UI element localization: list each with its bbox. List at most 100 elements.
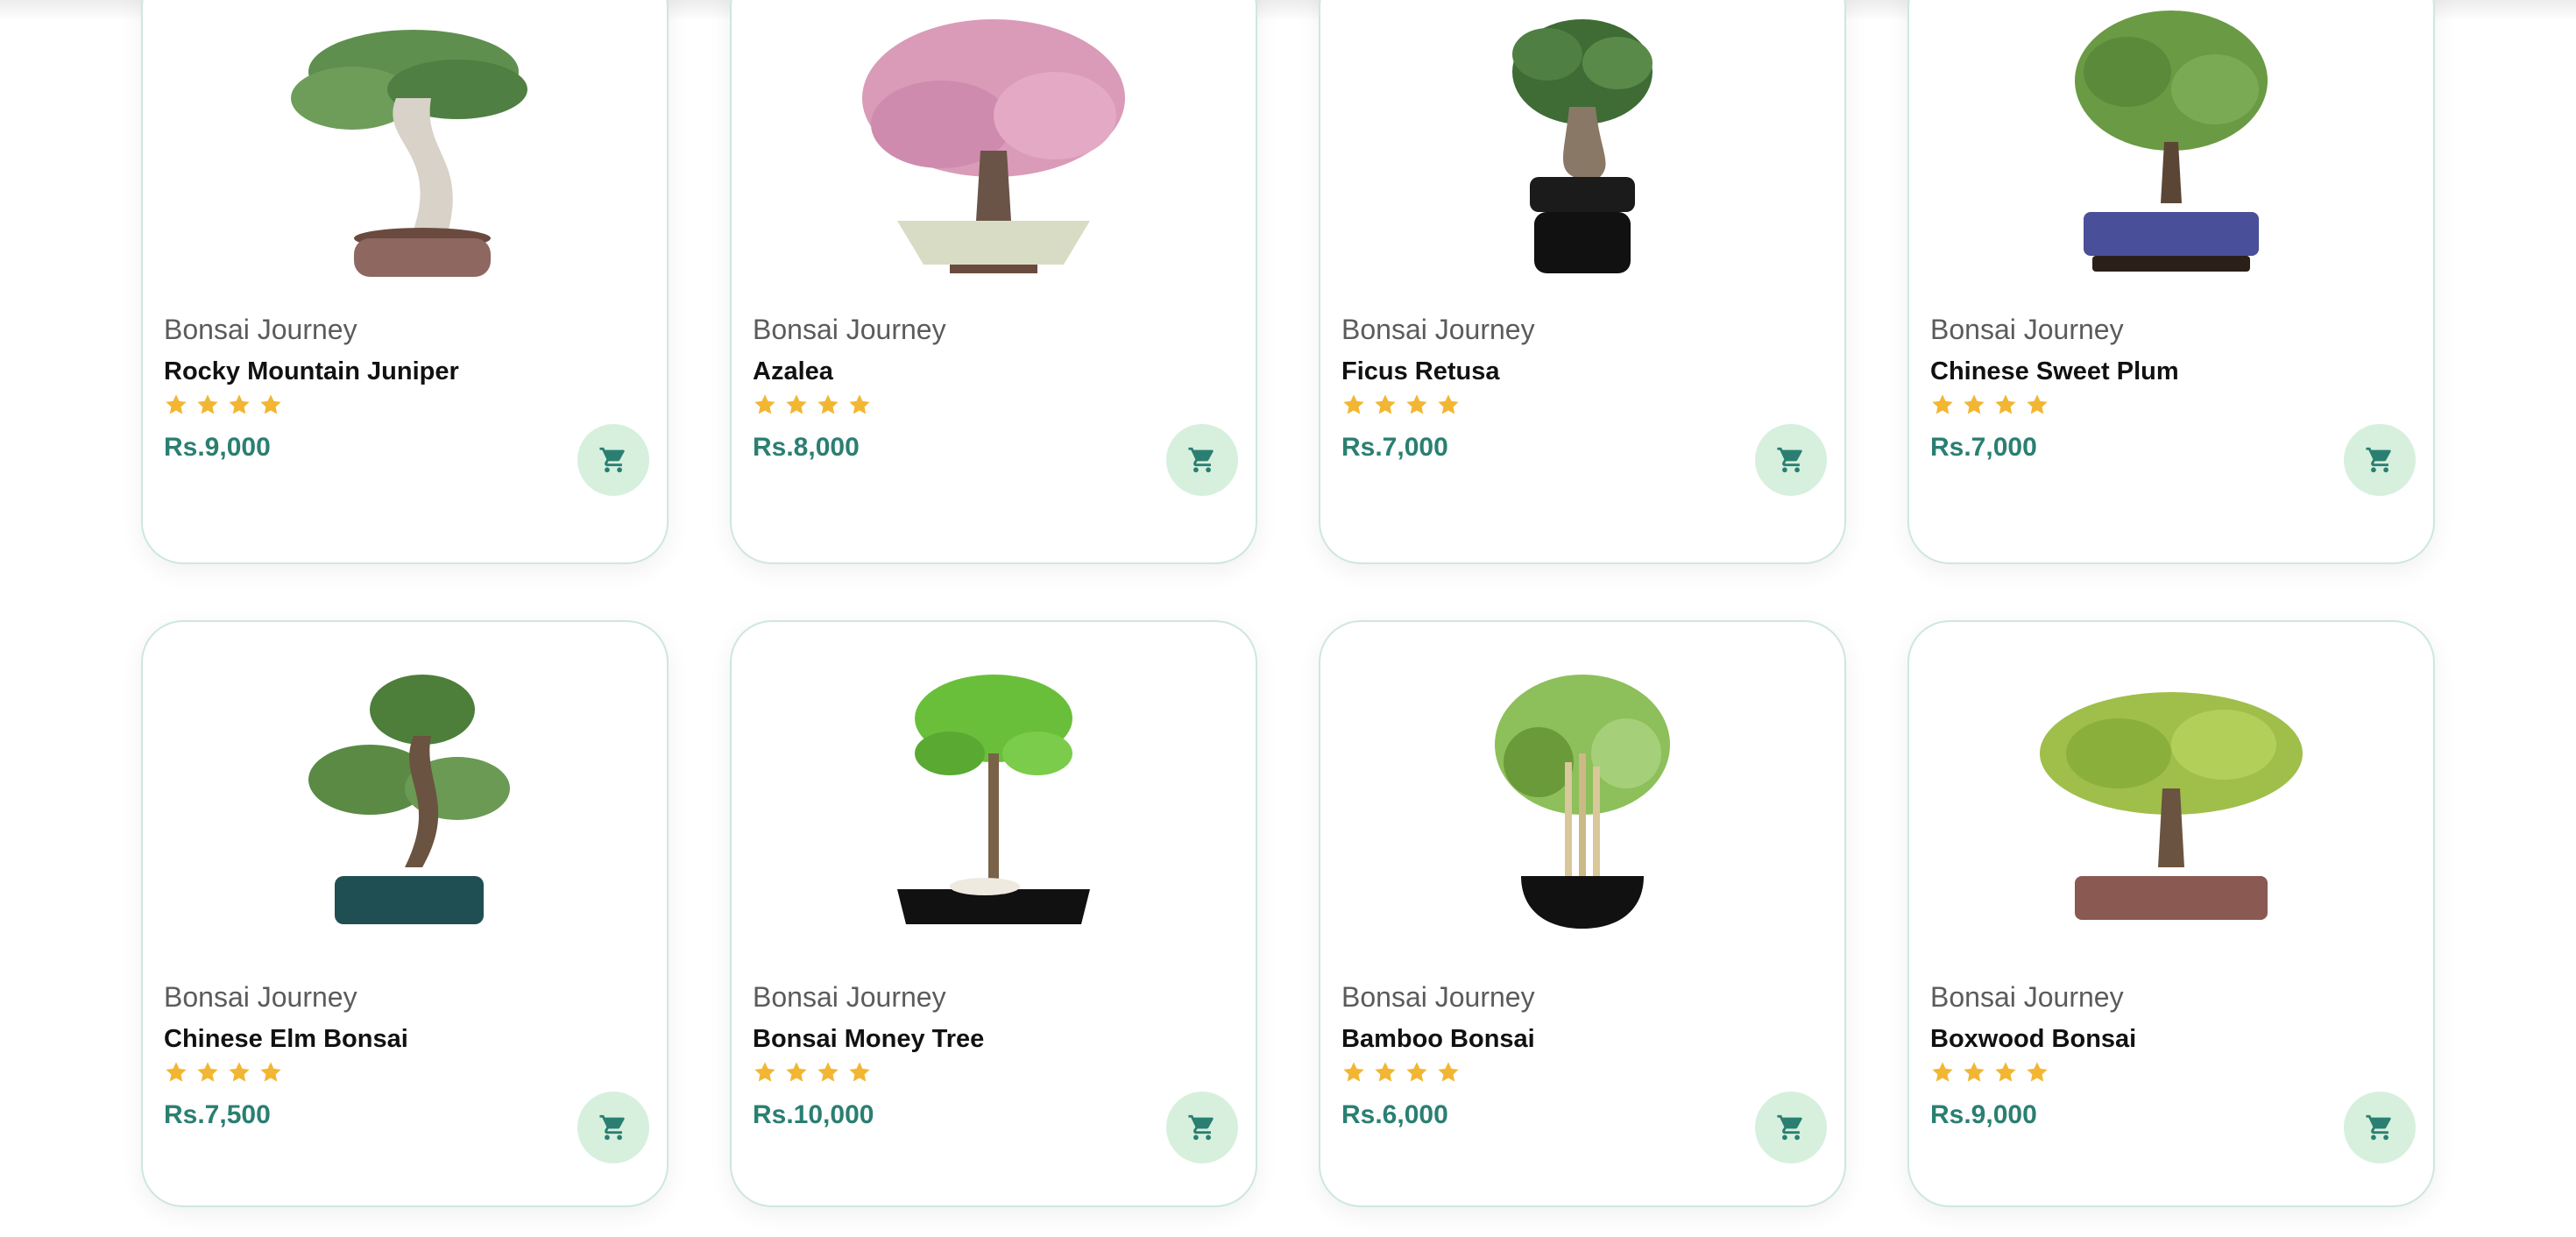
star-icon bbox=[197, 394, 218, 414]
elm-bonsai-icon bbox=[308, 675, 510, 924]
star-icon bbox=[1375, 394, 1396, 414]
star-icon bbox=[1343, 394, 1364, 414]
star-icon bbox=[1964, 1062, 1985, 1082]
product-brand: Bonsai Journey bbox=[753, 981, 946, 1013]
rating-stars bbox=[1341, 1060, 1461, 1085]
product-brand: Bonsai Journey bbox=[753, 314, 946, 345]
star-icon bbox=[1964, 394, 1985, 414]
star-icon bbox=[1932, 394, 1953, 414]
rating-stars bbox=[1930, 392, 2049, 417]
star-icon bbox=[1932, 1062, 1953, 1082]
product-price: Rs.9,000 bbox=[1930, 1100, 2037, 1129]
product-price: Rs.6,000 bbox=[1341, 1100, 1448, 1129]
sweet-plum-bonsai-icon bbox=[2075, 11, 2268, 272]
juniper-bonsai-icon bbox=[291, 30, 527, 277]
star-icon bbox=[817, 1062, 839, 1082]
product-name[interactable]: Rocky Mountain Juniper bbox=[164, 357, 459, 386]
product-name[interactable]: Bamboo Bonsai bbox=[1341, 1025, 1535, 1054]
cart-icon bbox=[1777, 1114, 1802, 1141]
star-icon bbox=[1375, 1062, 1396, 1082]
product-image[interactable] bbox=[1320, 657, 1844, 946]
star-icon bbox=[2027, 394, 2048, 414]
rating-stars bbox=[753, 1060, 872, 1085]
add-to-cart-button[interactable] bbox=[577, 424, 649, 496]
rating-stars bbox=[164, 1060, 283, 1085]
product-image[interactable] bbox=[143, 657, 667, 946]
product-card[interactable]: Bonsai Journey Bonsai Money Tree Rs.10,0… bbox=[730, 620, 1257, 1207]
product-card[interactable]: Bonsai Journey Chinese Sweet Plum Rs.7,0… bbox=[1907, 0, 2435, 564]
product-brand: Bonsai Journey bbox=[164, 981, 357, 1013]
product-price: Rs.10,000 bbox=[753, 1100, 874, 1129]
add-to-cart-button[interactable] bbox=[2344, 424, 2416, 496]
product-image[interactable] bbox=[143, 2, 667, 291]
product-name[interactable]: Chinese Elm Bonsai bbox=[164, 1025, 408, 1054]
cart-icon bbox=[1188, 1114, 1214, 1141]
cart-icon bbox=[599, 1114, 625, 1141]
cart-icon bbox=[1777, 447, 1802, 473]
star-icon bbox=[1406, 1062, 1427, 1082]
cart-icon bbox=[599, 447, 625, 473]
product-card[interactable]: Bonsai Journey Ficus Retusa Rs.7,000 bbox=[1319, 0, 1846, 564]
add-to-cart-button[interactable] bbox=[1166, 1092, 1238, 1163]
product-grid: Bonsai Journey Rocky Mountain Juniper Rs… bbox=[141, 0, 2435, 1207]
star-icon bbox=[197, 1062, 218, 1082]
star-icon bbox=[1995, 394, 2016, 414]
product-name[interactable]: Ficus Retusa bbox=[1341, 357, 1500, 386]
product-image[interactable] bbox=[732, 2, 1256, 291]
product-name[interactable]: Azalea bbox=[753, 357, 833, 386]
bamboo-bonsai-icon bbox=[1495, 675, 1670, 929]
product-brand: Bonsai Journey bbox=[1341, 981, 1535, 1013]
product-card[interactable]: Bonsai Journey Rocky Mountain Juniper Rs… bbox=[141, 0, 669, 564]
star-icon bbox=[1438, 394, 1459, 414]
rating-stars bbox=[1341, 392, 1461, 417]
star-icon bbox=[1438, 1062, 1459, 1082]
add-to-cart-button[interactable] bbox=[577, 1092, 649, 1163]
product-card[interactable]: Bonsai Journey Azalea Rs.8,000 bbox=[730, 0, 1257, 564]
azalea-bonsai-icon bbox=[862, 19, 1125, 273]
product-image[interactable] bbox=[1909, 657, 2433, 946]
star-icon bbox=[754, 1062, 775, 1082]
product-price: Rs.7,000 bbox=[1930, 433, 2037, 462]
rating-stars bbox=[1930, 1060, 2049, 1085]
star-icon bbox=[1406, 394, 1427, 414]
boxwood-bonsai-icon bbox=[2040, 692, 2303, 920]
product-brand: Bonsai Journey bbox=[1930, 314, 2124, 345]
star-icon bbox=[260, 394, 281, 414]
add-to-cart-button[interactable] bbox=[1166, 424, 1238, 496]
add-to-cart-button[interactable] bbox=[1755, 1092, 1827, 1163]
product-name[interactable]: Boxwood Bonsai bbox=[1930, 1025, 2136, 1054]
product-brand: Bonsai Journey bbox=[1930, 981, 2124, 1013]
cart-icon bbox=[1188, 447, 1214, 473]
rating-stars bbox=[753, 392, 872, 417]
star-icon bbox=[849, 394, 870, 414]
product-brand: Bonsai Journey bbox=[164, 314, 357, 345]
product-price: Rs.9,000 bbox=[164, 433, 271, 462]
star-icon bbox=[786, 394, 807, 414]
star-icon bbox=[754, 394, 775, 414]
star-icon bbox=[2027, 1062, 2048, 1082]
product-name[interactable]: Chinese Sweet Plum bbox=[1930, 357, 2179, 386]
cart-icon bbox=[2366, 1114, 2391, 1141]
product-card[interactable]: Bonsai Journey Bamboo Bonsai Rs.6,000 bbox=[1319, 620, 1846, 1207]
product-card[interactable]: Bonsai Journey Boxwood Bonsai Rs.9,000 bbox=[1907, 620, 2435, 1207]
star-icon bbox=[786, 1062, 807, 1082]
star-icon bbox=[849, 1062, 870, 1082]
add-to-cart-button[interactable] bbox=[2344, 1092, 2416, 1163]
product-image[interactable] bbox=[732, 657, 1256, 946]
product-price: Rs.7,000 bbox=[1341, 433, 1448, 462]
add-to-cart-button[interactable] bbox=[1755, 424, 1827, 496]
star-icon bbox=[1995, 1062, 2016, 1082]
ficus-bonsai-icon bbox=[1512, 19, 1652, 273]
cart-icon bbox=[2366, 447, 2391, 473]
product-name[interactable]: Bonsai Money Tree bbox=[753, 1025, 984, 1054]
star-icon bbox=[229, 1062, 250, 1082]
product-image[interactable] bbox=[1909, 2, 2433, 291]
star-icon bbox=[229, 394, 250, 414]
star-icon bbox=[166, 394, 187, 414]
product-card[interactable]: Bonsai Journey Chinese Elm Bonsai Rs.7,5… bbox=[141, 620, 669, 1207]
star-icon bbox=[260, 1062, 281, 1082]
star-icon bbox=[1343, 1062, 1364, 1082]
product-price: Rs.8,000 bbox=[753, 433, 860, 462]
product-image[interactable] bbox=[1320, 2, 1844, 291]
product-brand: Bonsai Journey bbox=[1341, 314, 1535, 345]
